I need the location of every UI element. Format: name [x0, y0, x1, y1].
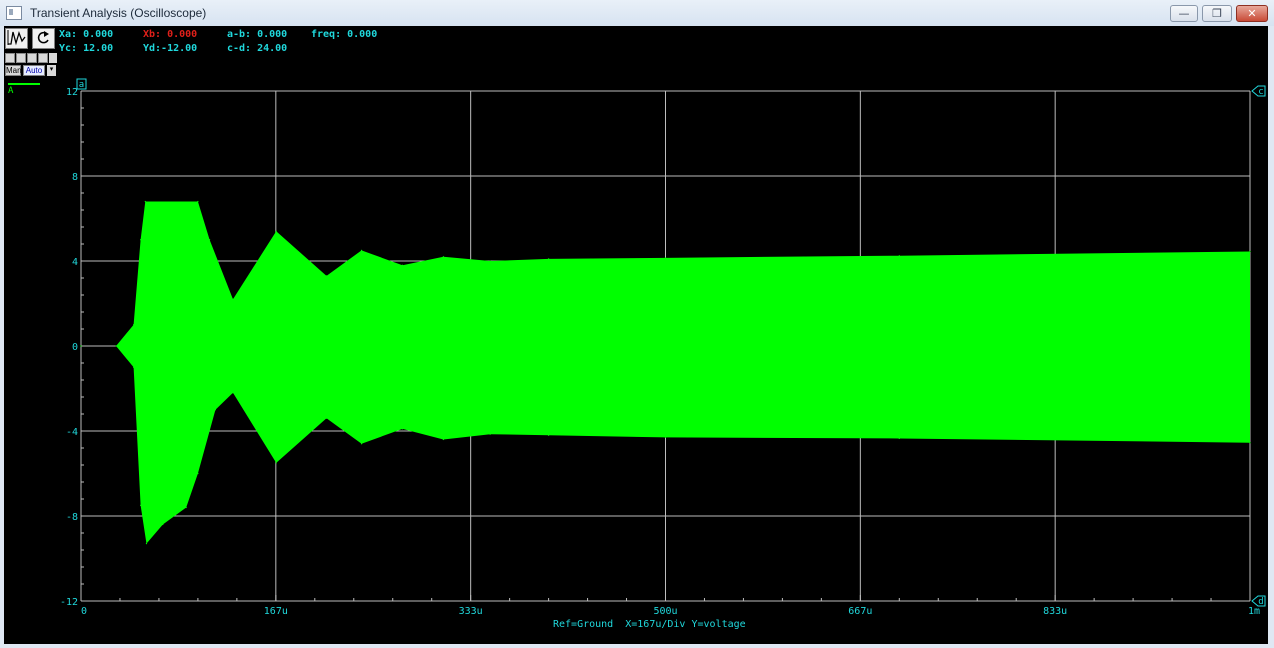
- x-tick-label: 0: [81, 606, 87, 617]
- waveform-point-upper: [489, 260, 491, 262]
- waveform-point-upper: [360, 249, 363, 251]
- waveform-point-lower: [80, 345, 82, 347]
- waveform-point-lower: [401, 428, 404, 430]
- oscilloscope-panel: Man Auto ▾ Xa: 0.000 Xb: 0.000 a-b: 0.00…: [4, 26, 1268, 644]
- waveform-point-upper: [197, 200, 199, 203]
- window-title: Transient Analysis (Oscilloscope): [30, 6, 207, 20]
- y-tick-label: 0: [72, 342, 78, 353]
- cursor-a-label: a: [79, 80, 84, 90]
- y-tick-label: 12: [66, 87, 78, 98]
- waveform-point-lower: [275, 462, 277, 464]
- cursor-c-marker: c: [1251, 85, 1266, 97]
- cursor-c-label: c: [1258, 87, 1263, 97]
- waveform-point-lower: [140, 504, 142, 506]
- waveform-point-upper: [232, 298, 234, 300]
- waveform-point-lower: [489, 433, 491, 435]
- waveform-point-lower: [360, 443, 363, 445]
- waveform-point-upper: [208, 239, 211, 241]
- close-button[interactable]: ✕: [1236, 5, 1268, 22]
- waveform-point-lower: [197, 472, 199, 475]
- waveform-point-upper: [325, 275, 328, 277]
- y-tick-label: -8: [66, 512, 78, 523]
- waveform-point-lower: [133, 366, 135, 368]
- cursor-d-label: d: [1258, 597, 1263, 607]
- waveform-point-lower: [442, 438, 444, 441]
- waveform-point-upper: [548, 258, 550, 260]
- waveform-point-upper: [401, 264, 404, 266]
- waveform-point-lower: [232, 392, 234, 394]
- cursor-a-marker: a: [76, 78, 87, 90]
- waveform-point-lower: [214, 409, 217, 411]
- x-tick-label: 500u: [653, 606, 677, 617]
- waveform-point-lower: [325, 417, 328, 419]
- waveform-point-upper: [144, 200, 146, 203]
- waveform-point-lower: [898, 437, 900, 440]
- waveform-point-upper: [442, 256, 444, 258]
- scale-info: Ref=Ground X=167u/Div Y=voltage: [553, 619, 746, 630]
- waveform-point-upper: [664, 257, 667, 259]
- title-bar: Transient Analysis (Oscilloscope) — ❐ ✕: [0, 0, 1274, 26]
- app-icon: [6, 6, 22, 20]
- maximize-button[interactable]: ❐: [1202, 5, 1232, 22]
- x-tick-label: 167u: [264, 606, 288, 617]
- waveform-point-upper: [1249, 250, 1251, 253]
- y-tick-label: -4: [66, 427, 78, 438]
- waveform-point-lower: [1249, 442, 1251, 444]
- waveform-point-lower: [548, 434, 550, 436]
- waveform-point-upper: [898, 255, 900, 257]
- x-tick-label: 833u: [1043, 606, 1067, 617]
- waveform-point-upper: [140, 239, 142, 241]
- x-tick-label: 667u: [848, 606, 872, 617]
- y-tick-label: 4: [72, 257, 78, 268]
- waveform-point-lower: [145, 543, 148, 545]
- y-tick-label: -12: [60, 597, 78, 608]
- y-tick-label: 8: [72, 172, 78, 183]
- waveform-plot[interactable]: 0 167u 333u 500u 667u 833u 1m 12 8 4 0 -4 -8 -12 a c d: [4, 26, 1268, 644]
- waveform-point-lower: [115, 345, 117, 347]
- minimize-button[interactable]: —: [1170, 5, 1198, 22]
- waveform-point-upper: [275, 230, 277, 232]
- waveform-point-lower: [185, 506, 187, 509]
- x-tick-label: 1m: [1248, 606, 1260, 617]
- waveform-point-lower: [162, 523, 164, 526]
- x-tick-label: 333u: [459, 606, 483, 617]
- waveform-point-upper: [133, 324, 135, 326]
- waveform-point-lower: [664, 436, 667, 438]
